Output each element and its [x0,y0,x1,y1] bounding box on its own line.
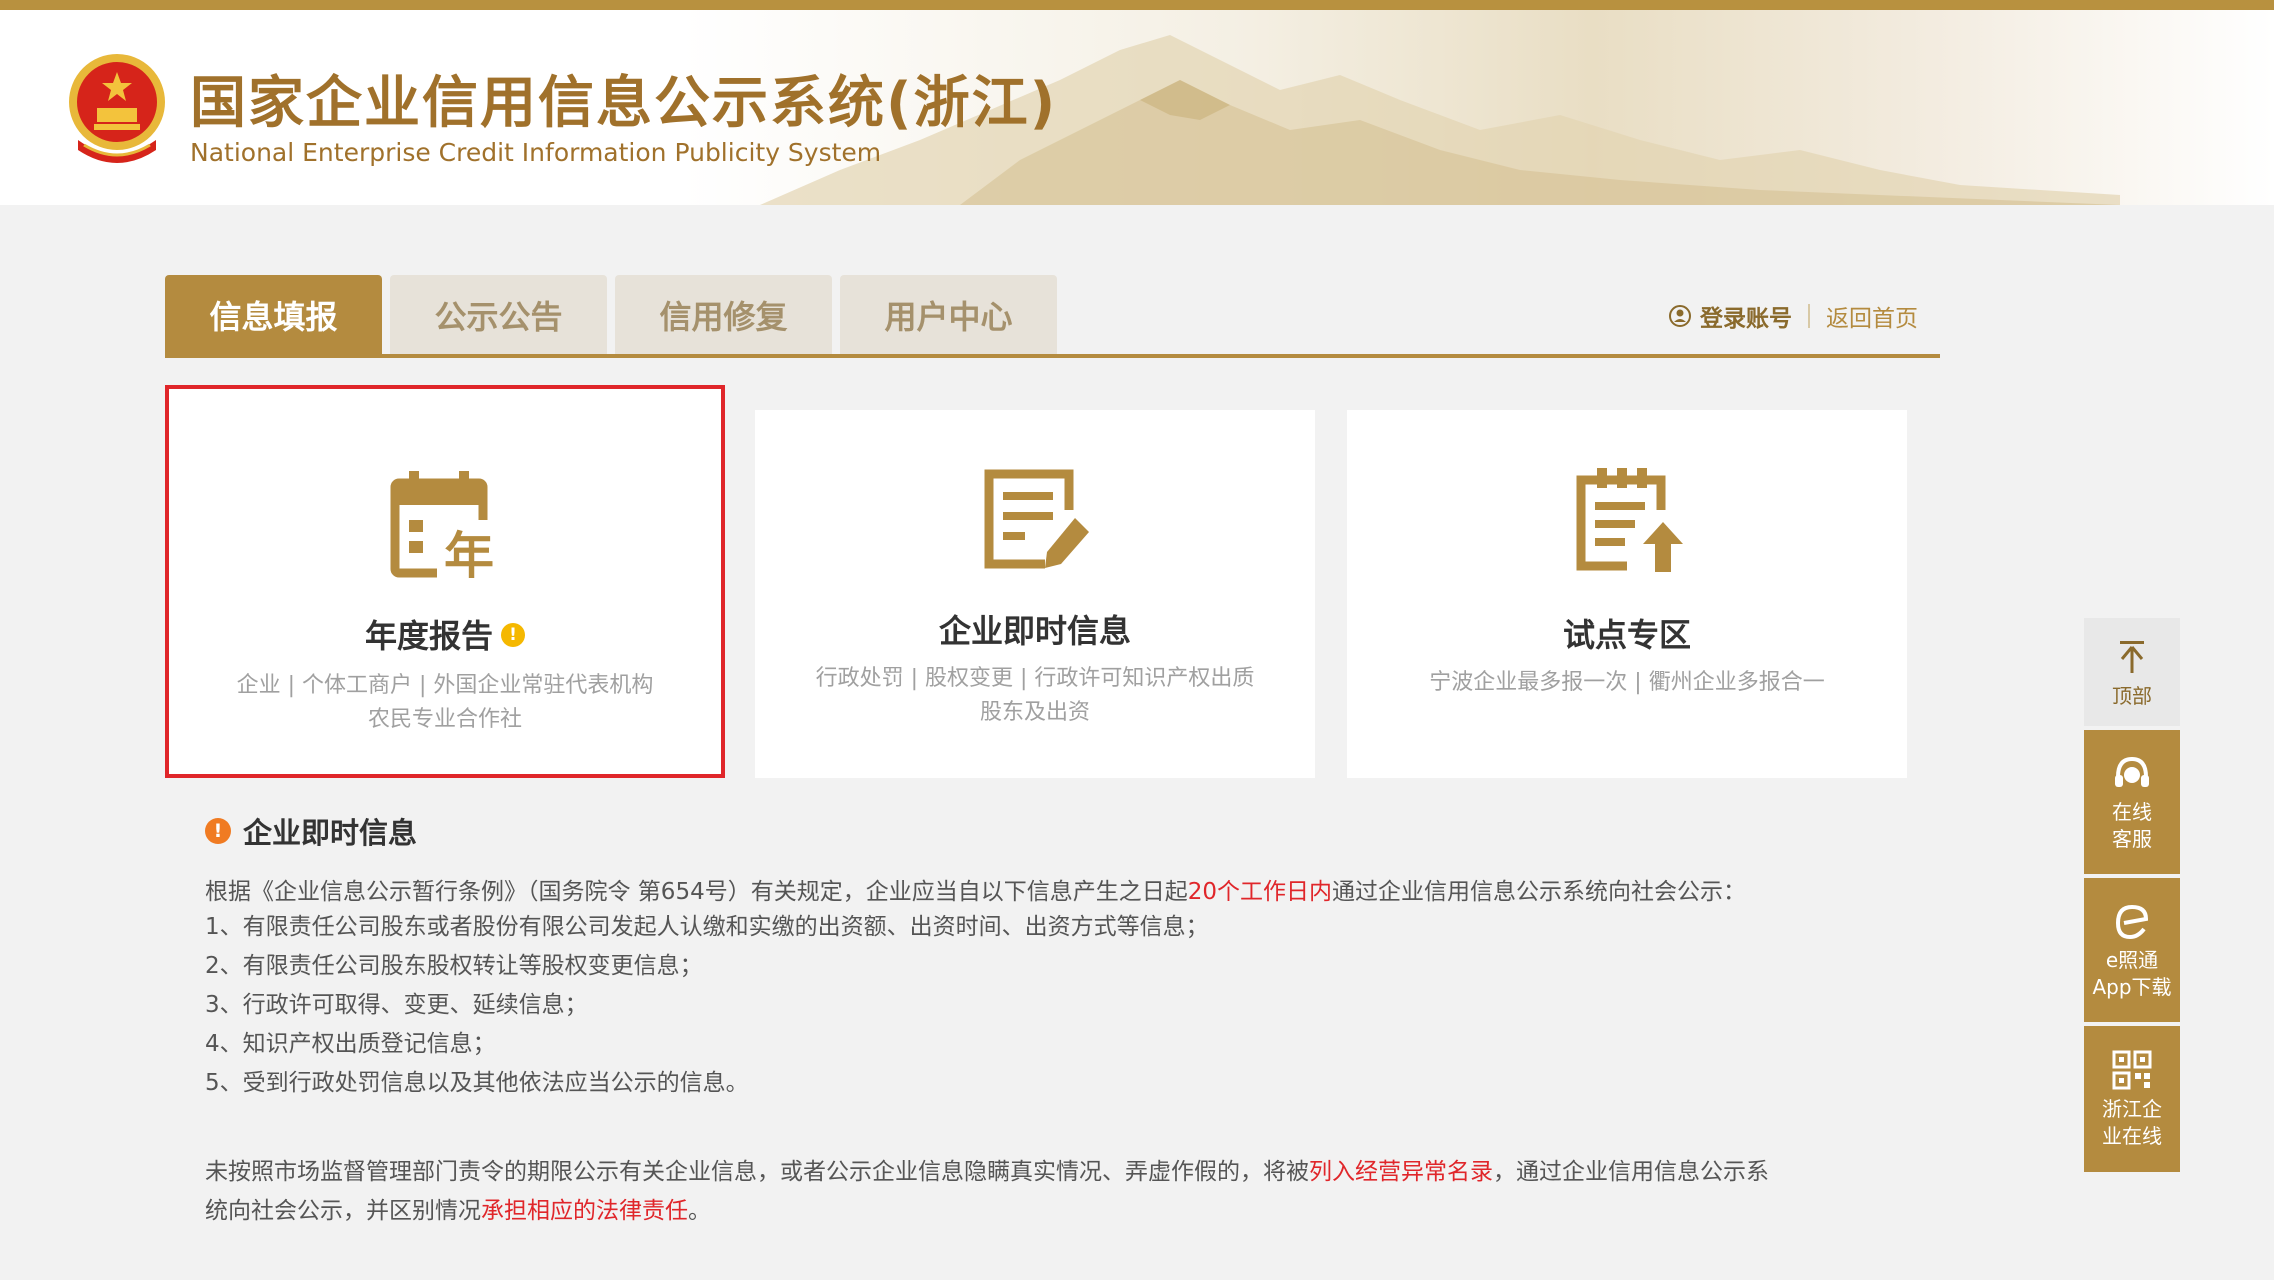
card-pilot-zone[interactable]: 试点专区 宁波企业最多报一次 | 衢州企业多报合一 [1347,410,1907,778]
site-subtitle: National Enterprise Credit Information P… [190,138,882,167]
login-label: 登录账号 [1700,306,1792,332]
national-emblem-icon [69,54,165,163]
online-service-button[interactable]: 在线 客服 [2084,730,2180,874]
tab-underline [165,354,1940,358]
card-desc-line: 股东及出资 [979,700,1090,725]
card-description: 行政处罚 | 股权变更 | 行政许可知识产权出质 股东及出资 [785,662,1285,730]
card-description: 企业 | 个体工商户 | 外国企业常驻代表机构 农民专业合作社 [199,669,691,737]
card-description: 宁波企业最多报一次 | 衢州企业多报合一 [1377,666,1877,700]
notice-intro: 根据《企业信息公示暂行条例》（国务院令 第654号）有关规定，企业应当自以下信息… [205,872,1935,906]
app-download-label-2: App下载 [2092,975,2172,999]
list-item: 4、知识产权出质登记信息； [205,1031,496,1057]
list-item: 1、有限责任公司股东或者股份有限公司发起人认缴和实缴的出资额、出资时间、出资方式… [205,914,1209,940]
site-header: 国家企业信用信息公示系统(浙江) National Enterprise Cre… [0,10,2274,205]
divider [1808,304,1810,328]
svg-text:年: 年 [444,527,494,585]
alert-icon: ! [205,818,231,844]
card-desc-line: 宁波企业最多报一次 | 衢州企业多报合一 [1429,670,1825,695]
card-desc-line: 行政处罚 | 股权变更 | 行政许可知识产权出质 [815,666,1255,691]
document-edit-icon [984,469,1089,569]
list-item: 2、有限责任公司股东股权转让等股权变更信息； [205,953,703,979]
warning-badge-icon: ! [501,623,525,647]
card-title: 试点专区 [1562,616,1691,654]
top-accent-bar [0,0,2274,10]
tab-credit-repair[interactable]: 信用修复 [615,275,832,355]
site-title: 国家企业信用信息公示系统(浙江) [190,71,1058,136]
notice-heading-text: 企业即时信息 [243,816,418,850]
intro-text-end: 通过企业信用信息公示系统向社会公示： [1332,879,1746,905]
tab-user-center[interactable]: 用户中心 [840,275,1057,355]
footer-text: 统向社会公示，并区别情况 [205,1198,481,1224]
footer-text: ，通过企业信用信息公示系 [1493,1159,1769,1185]
user-links: 登录账号 返回首页 [1668,298,1918,334]
card-desc-line: 企业 | 个体工商户 | 外国企业常驻代表机构 [236,673,654,698]
card-annual-report[interactable]: 年 年度报告! 企业 | 个体工商户 | 外国企业常驻代表机构 农民专业合作社 [165,385,725,778]
card-title: 企业即时信息 [938,612,1131,650]
card-title-wrap: 年度报告! [169,611,721,657]
card-desc-line: 农民专业合作社 [367,707,522,732]
headset-icon [2115,756,2149,787]
clipboard-upload-icon [1576,468,1683,572]
app-download-button[interactable]: e照通 App下载 [2084,878,2180,1022]
notice-footer-line1: 未按照市场监督管理部门责令的期限公示有关企业信息，或者公示企业信息隐瞒真实情况、… [205,1152,1935,1186]
intro-text: 根据《企业信息公示暂行条例》（国务院令 第654号）有关规定，企业应当自以下信息… [205,879,1188,905]
abnormal-list-link[interactable]: 列入经营异常名录 [1309,1159,1493,1185]
notice-list: 1、有限责任公司股东或者股份有限公司发起人认缴和实缴的出资额、出资时间、出资方式… [205,908,1209,1103]
e-logo-icon [2115,904,2149,940]
main-nav-tabs: 信息填报 公示公告 信用修复 用户中心 [165,275,1057,355]
back-to-top-button[interactable]: 顶部 [2084,618,2180,726]
notice-footer-line2: 统向社会公示，并区别情况承担相应的法律责任。 [205,1191,1935,1225]
list-item: 5、受到行政处罚信息以及其他依法应当公示的信息。 [205,1070,749,1096]
footer-text: 。 [688,1198,711,1224]
calendar-year-icon: 年 [390,471,499,585]
list-item: 3、行政许可取得、变更、延续信息； [205,992,588,1018]
online-service-label-2: 客服 [2112,827,2152,851]
notice-heading: ! 企业即时信息 [205,810,417,852]
footer-text: 未按照市场监督管理部门责令的期限公示有关企业信息，或者公示企业信息隐瞒真实情况、… [205,1159,1309,1185]
legal-liability-link[interactable]: 承担相应的法律责任 [481,1198,688,1224]
intro-highlight: 20个工作日内 [1187,879,1332,905]
app-download-label-1: e照通 [2105,948,2159,972]
home-link[interactable]: 返回首页 [1826,299,1918,333]
card-title: 年度报告 [364,617,493,655]
zhejiang-enterprise-online-button[interactable]: 浙江企 业在线 [2084,1026,2180,1172]
zj-online-label-2: 业在线 [2102,1124,2162,1148]
login-link[interactable]: 登录账号 [1668,299,1792,333]
arrow-up-icon [2120,640,2144,673]
qr-code-icon [2112,1050,2152,1090]
user-icon [1669,305,1691,327]
zj-online-label-1: 浙江企 [2102,1097,2162,1121]
back-to-top-label: 顶部 [2112,683,2152,708]
online-service-label-1: 在线 [2112,800,2152,824]
tab-public-notice[interactable]: 公示公告 [390,275,607,355]
card-instant-info[interactable]: 企业即时信息 行政处罚 | 股权变更 | 行政许可知识产权出质 股东及出资 [755,410,1315,778]
tab-info-filing[interactable]: 信息填报 [165,275,382,355]
